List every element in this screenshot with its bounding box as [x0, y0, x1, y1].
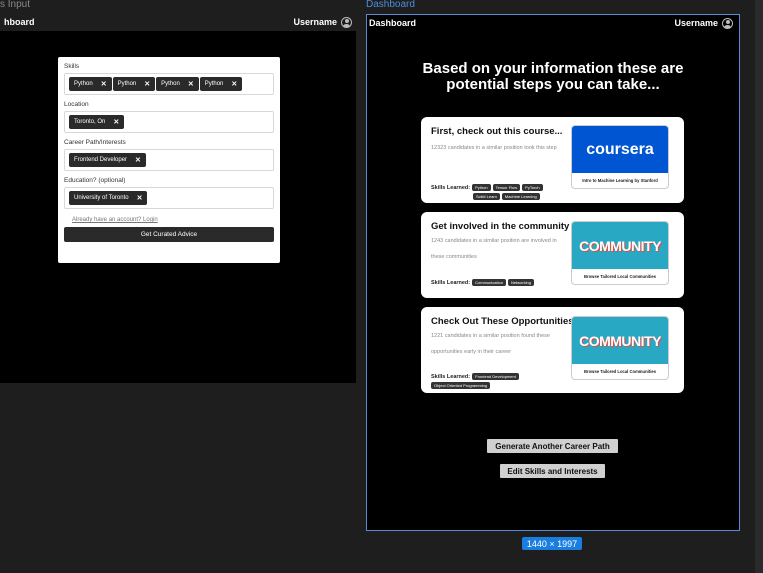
skill-chip[interactable]: Python ✕: [199, 77, 243, 91]
right-frame-label[interactable]: Dashboard: [366, 0, 415, 10]
remove-chip-icon[interactable]: ✕: [137, 194, 143, 202]
promo-caption: Intro to Machine Learning by Stanford: [582, 178, 658, 183]
location-label: Location: [64, 101, 89, 108]
skill-tag: Communication: [472, 279, 506, 286]
card-title: Check Out These Opportunities: [431, 316, 574, 327]
input-form: Skills Python ✕ Python ✕ Python ✕ Python ✕ L…: [58, 57, 280, 263]
skill-tag: Networking: [507, 279, 534, 286]
career-label: Career Path/Interests: [64, 139, 126, 146]
dashboard-screen-frame: Dashboard Username Based on your informa…: [366, 14, 740, 531]
skills-learned: Skills Learned: Python Tensor Flow PyTor…: [431, 184, 571, 200]
education-label: Education? (optional): [64, 177, 126, 184]
career-chip[interactable]: Frontend Developer ✕: [69, 153, 146, 167]
skills-label: Skills: [64, 63, 80, 70]
user-avatar-icon[interactable]: [722, 17, 733, 29]
skill-tag: PyTorch: [522, 184, 543, 191]
remove-chip-icon[interactable]: ✕: [135, 156, 141, 164]
skill-tag: Object Oriented Programming: [431, 382, 491, 389]
user-avatar-icon[interactable]: [341, 16, 352, 28]
card-description: 1243 candidates in a similar position ar…: [431, 238, 557, 260]
remove-chip-icon[interactable]: ✕: [101, 80, 107, 88]
user-menu[interactable]: Username: [293, 16, 352, 28]
top-bar: hboard Username: [0, 13, 356, 31]
skill-tag: Tensor Flow: [492, 184, 521, 191]
career-field[interactable]: Frontend Developer ✕: [64, 149, 274, 171]
get-curated-advice-button[interactable]: Get Curated Advice: [64, 227, 274, 242]
app-title: hboard: [4, 17, 35, 27]
login-link[interactable]: Already have an account? Login: [72, 217, 274, 223]
left-frame-label: s Input: [0, 0, 31, 10]
frame-size-badge: 1440 × 1997: [522, 537, 582, 550]
skill-tag: Frontend Development: [472, 373, 519, 380]
location-field[interactable]: Toronto, On ✕: [64, 111, 274, 133]
generate-career-path-button[interactable]: Generate Another Career Path: [487, 439, 618, 453]
skill-tag: Scikit Learn: [473, 193, 500, 200]
card-description: 1221 candidates in a similar position fo…: [431, 333, 550, 355]
skill-tag: Python: [472, 184, 491, 191]
community-promo[interactable]: COMMUNITY Browse Tailored Local Communit…: [571, 221, 669, 285]
education-field[interactable]: University of Toronto ✕: [64, 187, 274, 209]
username-label: Username: [293, 17, 337, 27]
card-description: 12323 candidates in a similar position t…: [431, 145, 557, 151]
opportunities-card[interactable]: Check Out These Opportunities 1221 candi…: [421, 307, 684, 393]
skill-chip[interactable]: Python ✕: [112, 77, 156, 91]
skills-learned: Skills Learned: Communication Networking: [431, 279, 571, 286]
skills-field[interactable]: Python ✕ Python ✕ Python ✕ Python ✕: [64, 73, 274, 95]
skill-tag: Machine Learning: [501, 193, 540, 200]
community-banner: COMMUNITY: [572, 317, 668, 364]
card-title: Get involved in the community: [431, 221, 570, 232]
location-chip[interactable]: Toronto, On ✕: [69, 115, 125, 129]
username-label: Username: [674, 18, 718, 28]
page-headline: Based on your information these are pote…: [422, 60, 684, 93]
education-chip[interactable]: University of Toronto ✕: [69, 191, 148, 205]
top-bar: Dashboard Username: [367, 15, 739, 31]
edit-skills-button[interactable]: Edit Skills and Interests: [500, 464, 605, 478]
coursera-logo: coursera: [572, 126, 668, 173]
remove-chip-icon[interactable]: ✕: [144, 80, 150, 88]
remove-chip-icon[interactable]: ✕: [231, 80, 237, 88]
skills-learned: Skills Learned: Frontend Development Obj…: [431, 373, 571, 389]
remove-chip-icon[interactable]: ✕: [188, 80, 194, 88]
community-card[interactable]: Get involved in the community 1243 candi…: [421, 212, 684, 298]
user-menu[interactable]: Username: [674, 17, 733, 29]
remove-chip-icon[interactable]: ✕: [113, 118, 119, 126]
input-screen-frame: hboard Username Skills Python ✕ Python ✕ P…: [0, 13, 356, 383]
coursera-promo[interactable]: coursera Intro to Machine Learning by St…: [571, 125, 669, 189]
promo-caption: Browse Tailored Local Communities: [583, 274, 657, 279]
app-title: Dashboard: [369, 18, 417, 28]
community-banner: COMMUNITY: [572, 222, 668, 269]
course-card[interactable]: First, check out this course... 12323 ca…: [421, 117, 684, 203]
skill-chip[interactable]: Python ✕: [156, 77, 199, 91]
promo-caption: Browse Tailored Local Communities: [583, 369, 657, 374]
card-title: First, check out this course...: [431, 126, 563, 137]
canvas-scrollbar[interactable]: [755, 0, 763, 573]
community-promo[interactable]: COMMUNITY Browse Tailored Local Communit…: [571, 316, 669, 380]
skill-chip[interactable]: Python ✕: [69, 77, 112, 91]
